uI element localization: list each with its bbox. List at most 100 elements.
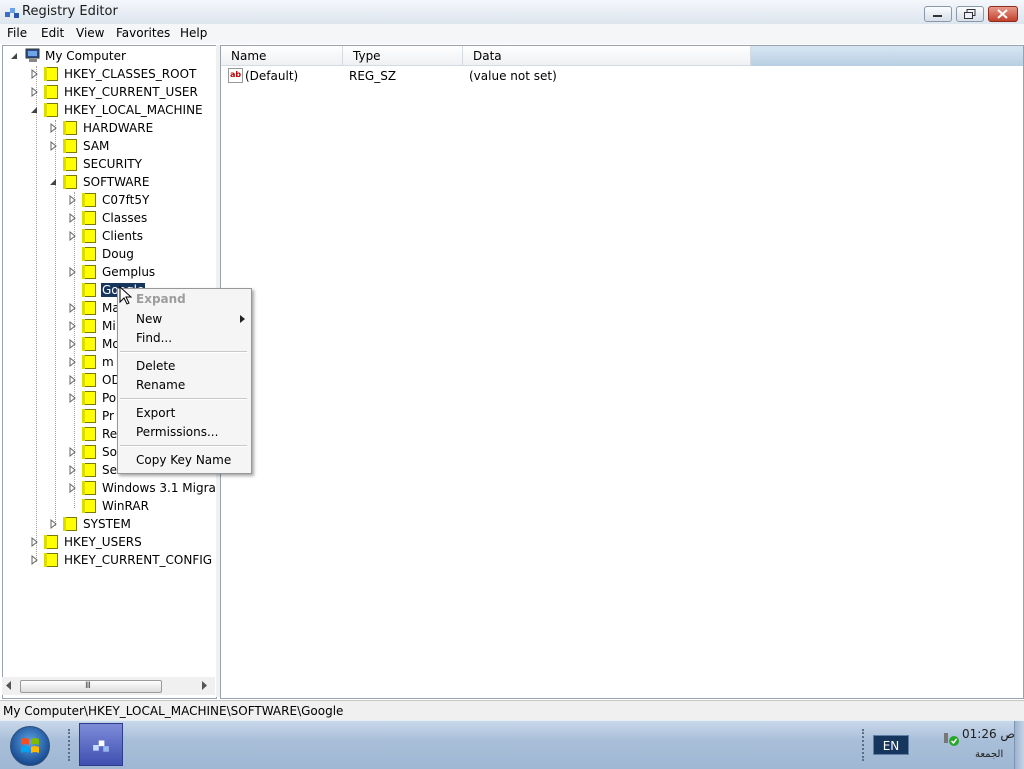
- expand-arrow-icon[interactable]: [31, 87, 39, 97]
- expand-arrow-icon[interactable]: [69, 231, 77, 241]
- folder-icon: [82, 229, 96, 243]
- menu-view[interactable]: View: [74, 26, 106, 40]
- close-icon: [997, 9, 1008, 19]
- expand-arrow-icon[interactable]: [69, 357, 77, 367]
- tree-item-c07ft5y[interactable]: C07ft5Y: [3, 191, 216, 209]
- taskbar-grip[interactable]: [862, 729, 867, 761]
- value-data: (value not set): [469, 69, 557, 83]
- column-header-data[interactable]: Data: [463, 46, 751, 66]
- expand-arrow-icon[interactable]: [69, 393, 77, 403]
- tree-horizontal-scrollbar[interactable]: III: [2, 677, 215, 695]
- tree-item-hardware[interactable]: HARDWARE: [3, 119, 216, 137]
- column-header-name[interactable]: Name: [221, 46, 343, 66]
- minimize-button[interactable]: [924, 6, 952, 22]
- menu-file[interactable]: File: [5, 26, 29, 40]
- expand-arrow-icon[interactable]: [31, 537, 39, 547]
- tree-item-label: My Computer: [45, 49, 126, 63]
- tree-item-hkey-local-machine[interactable]: HKEY_LOCAL_MACHINE: [3, 101, 216, 119]
- collapse-arrow-icon[interactable]: [50, 177, 58, 187]
- context-menu: Expand New Find... Delete Rename Export …: [117, 288, 252, 474]
- network-icon[interactable]: [942, 731, 960, 747]
- show-desktop-button[interactable]: [1014, 721, 1024, 769]
- tree-item-hkey-classes-root[interactable]: HKEY_CLASSES_ROOT: [3, 65, 216, 83]
- expand-arrow-icon[interactable]: [31, 69, 39, 79]
- scroll-right-icon[interactable]: [202, 681, 208, 690]
- expand-arrow-icon[interactable]: [69, 321, 77, 331]
- expand-arrow-icon[interactable]: [50, 519, 58, 529]
- taskbar-registry-editor-button[interactable]: [79, 723, 123, 766]
- tree-item-hkey-current-config[interactable]: HKEY_CURRENT_CONFIG: [3, 551, 216, 569]
- collapse-arrow-icon[interactable]: [11, 51, 19, 61]
- value-row[interactable]: ab (Default) REG_SZ (value not set): [221, 68, 1021, 84]
- tree-item-label: HKEY_CURRENT_CONFIG: [64, 553, 213, 567]
- tree-item-label: HKEY_CURRENT_USER: [64, 85, 198, 99]
- expand-arrow-icon[interactable]: [69, 483, 77, 493]
- tree-item-system[interactable]: SYSTEM: [3, 515, 216, 533]
- values-list[interactable]: Name Type Data ab (Default) REG_SZ (valu…: [220, 45, 1024, 699]
- folder-icon: [82, 427, 96, 441]
- expand-arrow-icon[interactable]: [50, 123, 58, 133]
- expand-arrow-icon[interactable]: [50, 141, 58, 151]
- scrollbar-thumb[interactable]: III: [20, 680, 162, 693]
- folder-icon: [82, 247, 96, 261]
- expand-arrow-icon[interactable]: [69, 375, 77, 385]
- ctx-copy-key-name[interactable]: Copy Key Name: [136, 453, 231, 467]
- tree-item-clients[interactable]: Clients: [3, 227, 216, 245]
- folder-icon: [82, 355, 96, 369]
- tree-item-sam[interactable]: SAM: [3, 137, 216, 155]
- taskbar-grip[interactable]: [68, 729, 73, 761]
- registry-editor-icon: [93, 740, 109, 752]
- expand-arrow-icon[interactable]: [69, 213, 77, 223]
- submenu-arrow-icon: [240, 315, 245, 323]
- clock[interactable]: 01:26 ص: [962, 727, 1015, 741]
- ctx-find[interactable]: Find...: [136, 331, 172, 345]
- ctx-permissions[interactable]: Permissions...: [136, 425, 218, 439]
- registry-editor-icon: [5, 8, 19, 18]
- expand-arrow-icon[interactable]: [69, 447, 77, 457]
- tree-item-winrar[interactable]: WinRAR: [3, 497, 216, 515]
- expand-arrow-icon[interactable]: [69, 339, 77, 349]
- tree-item-gemplus[interactable]: Gemplus: [3, 263, 216, 281]
- folder-icon: [82, 211, 96, 225]
- maximize-button[interactable]: [956, 6, 984, 22]
- window-title: Registry Editor: [22, 4, 118, 19]
- start-button[interactable]: [10, 726, 50, 766]
- value-name: (Default): [245, 69, 299, 83]
- tree-item-hkey-users[interactable]: HKEY_USERS: [3, 533, 216, 551]
- column-header-type[interactable]: Type: [343, 46, 463, 66]
- ctx-rename[interactable]: Rename: [136, 378, 185, 392]
- tree-item-doug[interactable]: Doug: [3, 245, 216, 263]
- expand-arrow-icon[interactable]: [69, 267, 77, 277]
- ctx-new[interactable]: New: [136, 312, 162, 326]
- tree-item-software[interactable]: SOFTWARE: [3, 173, 216, 191]
- tree-item-label: HKEY_LOCAL_MACHINE: [64, 103, 203, 117]
- status-bar: My Computer\HKEY_LOCAL_MACHINE\SOFTWARE\…: [0, 700, 1024, 721]
- minimize-icon: [933, 15, 942, 17]
- ctx-expand[interactable]: Expand: [136, 292, 186, 306]
- tree-item-security[interactable]: SECURITY: [3, 155, 216, 173]
- menu-favorites[interactable]: Favorites: [114, 26, 172, 40]
- folder-icon: [82, 265, 96, 279]
- tree-item-windows-migration[interactable]: Windows 3.1 Migratio: [3, 479, 216, 497]
- tree-item-my-computer[interactable]: My Computer: [3, 47, 216, 65]
- scroll-left-icon[interactable]: [6, 681, 12, 690]
- expand-arrow-icon[interactable]: [69, 195, 77, 205]
- status-path: My Computer\HKEY_LOCAL_MACHINE\SOFTWARE\…: [3, 704, 344, 718]
- tree-item-hkey-current-user[interactable]: HKEY_CURRENT_USER: [3, 83, 216, 101]
- menu-edit[interactable]: Edit: [39, 26, 66, 40]
- menu-help[interactable]: Help: [178, 26, 209, 40]
- close-button[interactable]: [988, 6, 1018, 22]
- tree-item-label: Gemplus: [102, 265, 156, 279]
- folder-icon: [82, 463, 96, 477]
- expand-arrow-icon[interactable]: [31, 555, 39, 565]
- ctx-export[interactable]: Export: [136, 406, 175, 420]
- language-indicator[interactable]: EN: [873, 735, 909, 755]
- expand-arrow-icon[interactable]: [69, 303, 77, 313]
- ctx-delete[interactable]: Delete: [136, 359, 175, 373]
- tree-item-label: SYSTEM: [83, 517, 131, 531]
- value-type: REG_SZ: [349, 69, 397, 83]
- expand-arrow-icon[interactable]: [69, 465, 77, 475]
- tree-item-classes[interactable]: Classes: [3, 209, 216, 227]
- folder-icon: [63, 139, 77, 153]
- collapse-arrow-icon[interactable]: [31, 105, 39, 115]
